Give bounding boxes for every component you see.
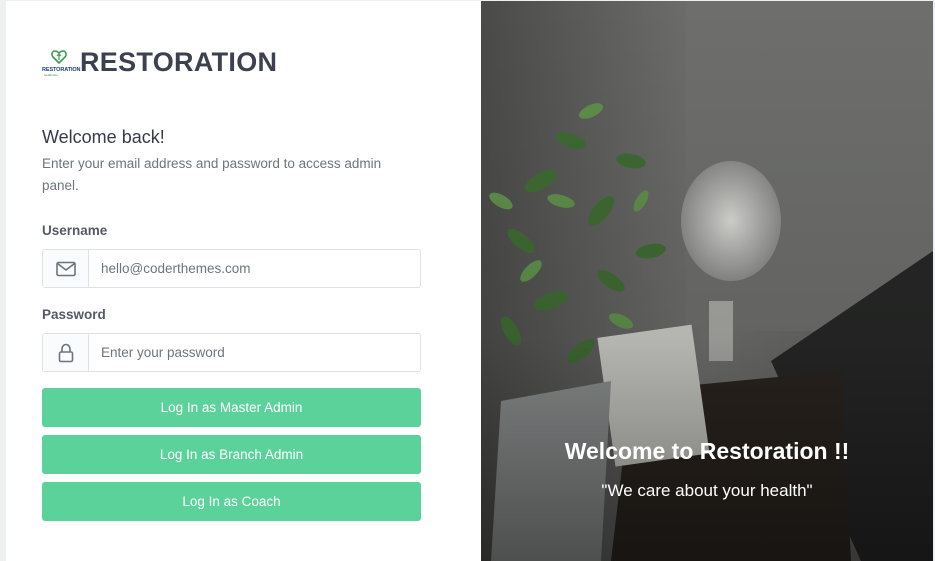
login-branch-admin-button[interactable]: Log In as Branch Admin xyxy=(42,435,421,474)
lock-icon xyxy=(43,334,89,371)
username-input[interactable] xyxy=(89,250,420,287)
hero-panel: Welcome to Restoration !! "We care about… xyxy=(481,1,933,561)
username-label: Username xyxy=(42,223,108,238)
mail-icon xyxy=(43,250,89,287)
password-input-group xyxy=(42,333,421,372)
brand-logo: RESTORATION healthcare xyxy=(42,48,81,78)
brand: RESTORATION healthcare RESTORATION xyxy=(42,47,277,78)
welcome-heading: Welcome back! xyxy=(42,127,165,147)
logo-subtext: healthcare xyxy=(44,72,59,77)
username-input-group xyxy=(42,249,421,288)
brand-name: RESTORATION xyxy=(80,47,278,77)
login-coach-button[interactable]: Log In as Coach xyxy=(42,482,421,521)
heart-logo-icon xyxy=(51,49,67,64)
welcome-subtitle: Enter your email address and password to… xyxy=(42,156,382,193)
hero-title: Welcome to Restoration !! xyxy=(564,438,850,464)
login-panel: RESTORATION healthcare RESTORATION Welco… xyxy=(6,1,481,561)
hero-subtitle: "We care about your health" xyxy=(601,481,813,500)
login-master-admin-button[interactable]: Log In as Master Admin xyxy=(42,388,421,427)
password-input[interactable] xyxy=(89,334,420,371)
password-label: Password xyxy=(42,307,106,322)
plant-photo xyxy=(481,1,933,561)
